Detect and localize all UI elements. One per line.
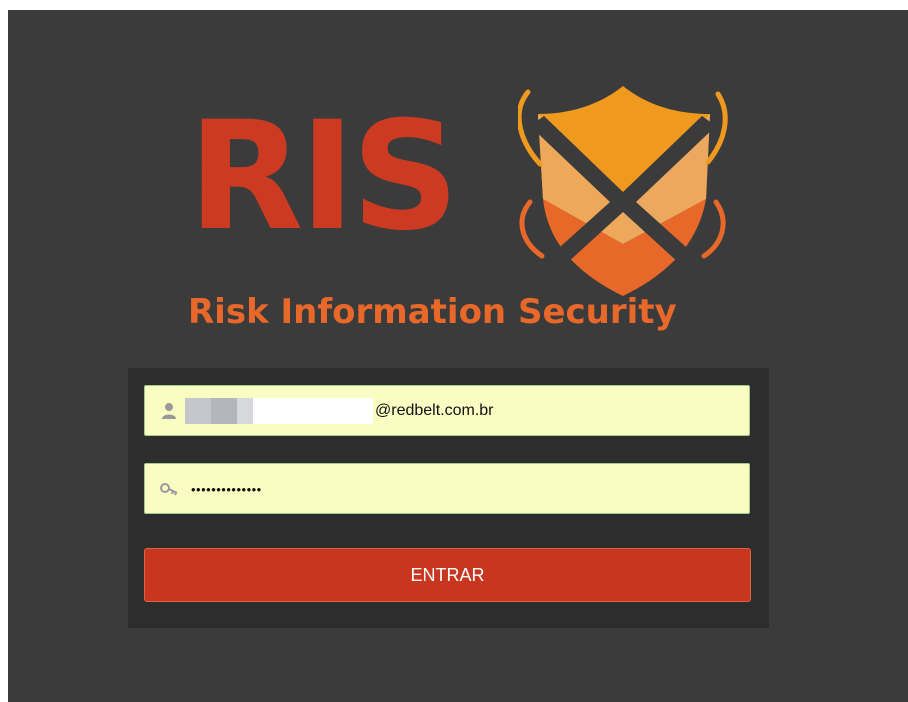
password-value: •••••••••••••• (191, 482, 262, 497)
login-page: RIS Risk Information Security @redbelt.c… (8, 10, 908, 702)
redacted-block (253, 398, 373, 424)
redacted-block (211, 398, 237, 424)
password-field[interactable]: •••••••••••••• (144, 463, 750, 514)
email-value: @redbelt.com.br (375, 402, 494, 419)
key-icon (160, 483, 178, 496)
redacted-block (237, 398, 253, 424)
login-form: @redbelt.com.br •••••••••••••• ENTRAR (128, 368, 769, 628)
email-field[interactable]: @redbelt.com.br (144, 385, 750, 436)
logo-wordmark: RIS (188, 90, 459, 264)
logo-tagline: Risk Information Security (188, 292, 677, 332)
submit-button[interactable]: ENTRAR (144, 548, 751, 602)
user-icon (162, 403, 176, 419)
redacted-block (185, 398, 211, 424)
shield-icon (518, 86, 728, 296)
ris-logo: RIS Risk Information Security (178, 84, 738, 344)
